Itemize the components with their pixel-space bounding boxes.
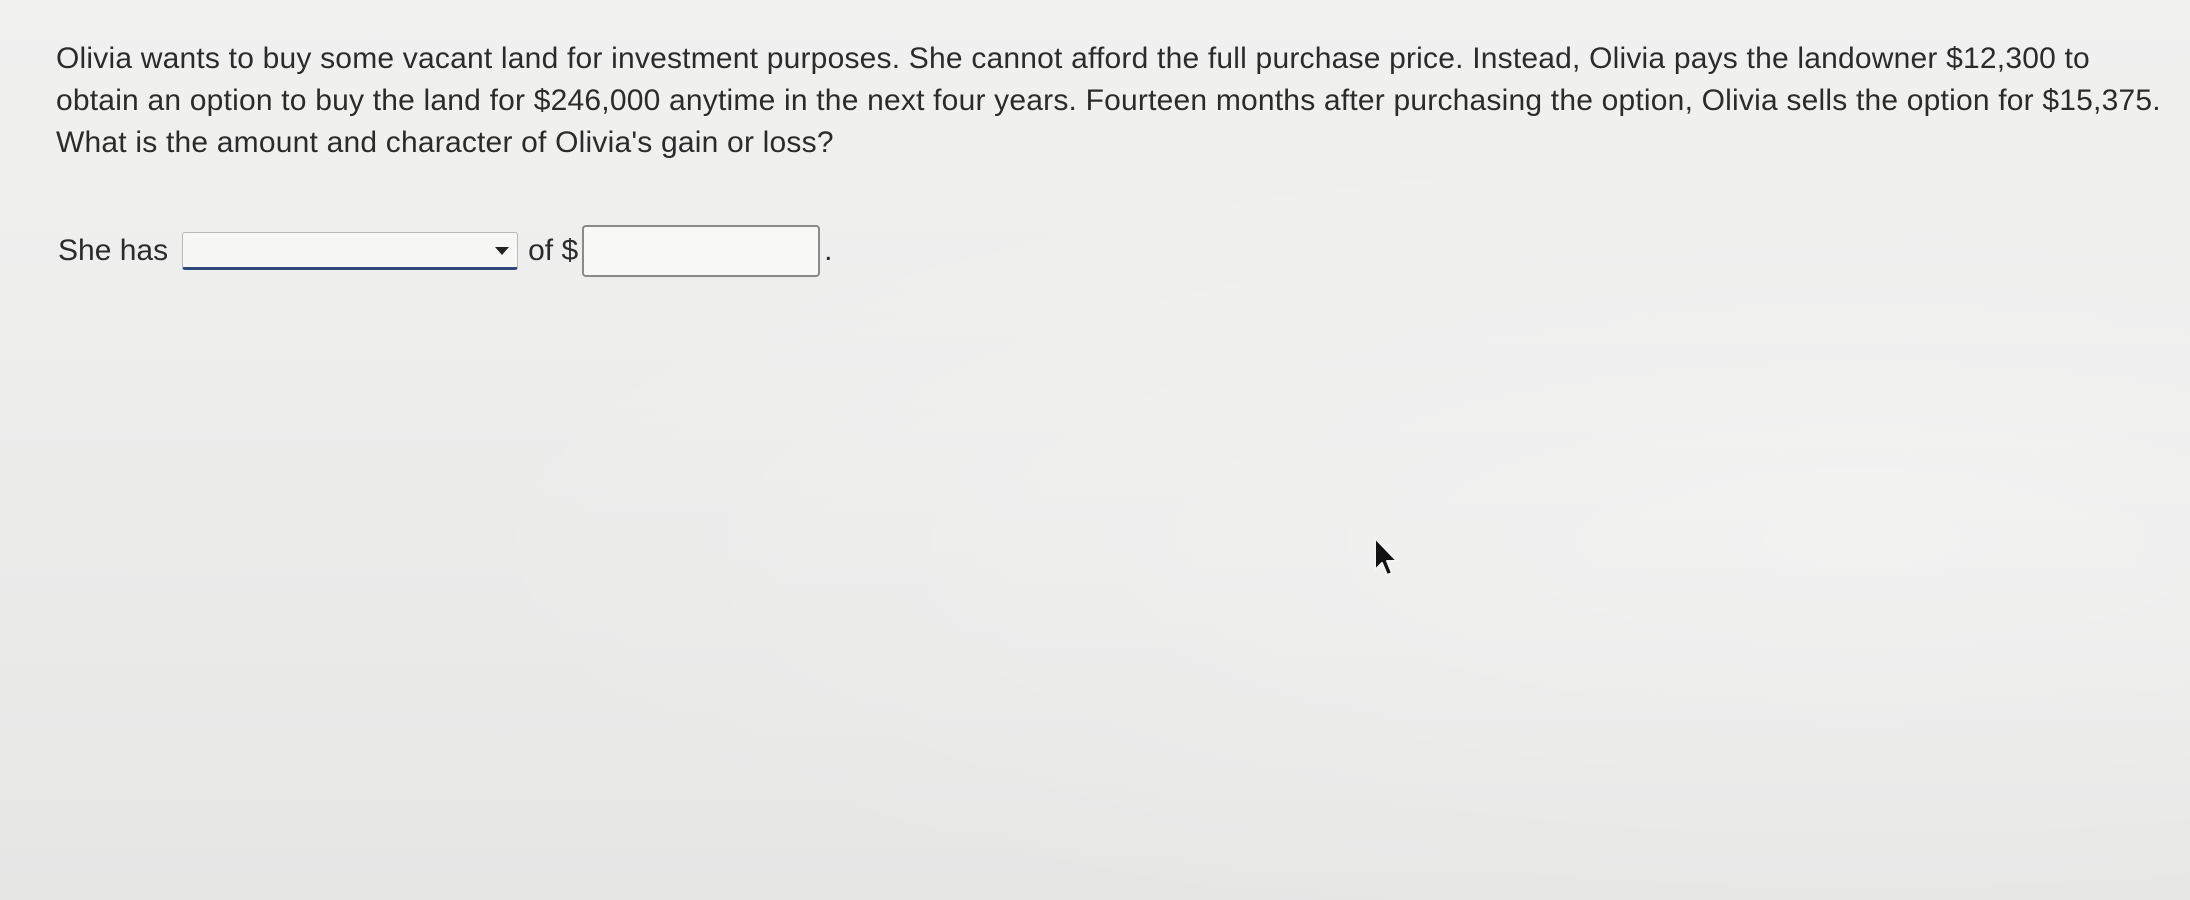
amount-input[interactable] bbox=[582, 225, 821, 277]
answer-row: She has of $ . bbox=[58, 222, 832, 280]
answer-middle: of $ bbox=[528, 234, 579, 267]
answer-prefix: She has bbox=[58, 234, 169, 267]
chevron-down-icon bbox=[495, 247, 510, 255]
mouse-pointer-icon bbox=[1374, 537, 1398, 576]
question-text: Olivia wants to buy some vacant land for… bbox=[56, 42, 2161, 159]
gain-character-dropdown[interactable] bbox=[182, 232, 519, 270]
answer-suffix: . bbox=[824, 234, 833, 267]
